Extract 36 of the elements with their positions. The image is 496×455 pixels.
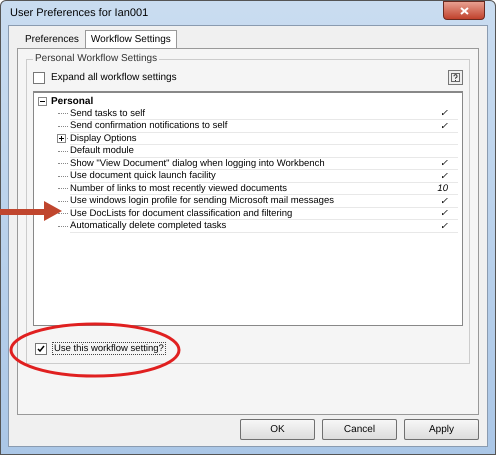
collapse-icon[interactable]: [38, 96, 47, 106]
tab[interactable]: Preferences: [19, 31, 85, 48]
tab[interactable]: Workflow Settings: [84, 30, 177, 48]
tree-item[interactable]: Send tasks to self: [70, 108, 418, 119]
help-icon: [451, 73, 460, 82]
tree-item[interactable]: Send confirmation notifications to self: [70, 120, 418, 132]
tree-item[interactable]: Show "View Document" dialog when logging into Workbench: [70, 158, 418, 169]
expand-icon[interactable]: [57, 134, 66, 143]
checkbox-label: Use this workflow setting?: [52, 342, 166, 355]
dialog-button[interactable]: Apply: [404, 419, 479, 440]
setting-value: ✓: [439, 194, 449, 207]
setting-value: ✓: [439, 120, 449, 132]
dialog-button[interactable]: OK: [240, 419, 315, 440]
close-button[interactable]: [443, 1, 485, 20]
setting-value: 10: [436, 182, 449, 194]
setting-value: ✓: [439, 207, 449, 220]
close-icon: [460, 6, 468, 14]
window-title: User Preferences for Ian001: [9, 7, 148, 19]
help-button[interactable]: [448, 70, 463, 85]
tree-item[interactable]: Automatically delete completed tasks: [70, 220, 418, 232]
tree-item[interactable]: Number of links to most recently viewed documents: [70, 182, 418, 194]
setting-value: ✓: [439, 220, 449, 232]
setting-value: ✓: [439, 170, 449, 182]
tree-item[interactable]: Use windows login profile for sending Microsoft mail messages: [70, 195, 418, 206]
dialog-button[interactable]: Cancel: [322, 419, 397, 440]
checkbox[interactable]: [33, 72, 45, 84]
tree-item[interactable]: Personal: [51, 96, 94, 107]
tree-item[interactable]: Display Options: [70, 132, 458, 144]
tree-item[interactable]: Use DocLists for document classification and filtering: [70, 208, 418, 219]
group-title: Personal Workflow Settings: [33, 53, 160, 64]
setting-value: ✓: [439, 107, 449, 120]
tree-item[interactable]: Default module: [70, 145, 458, 156]
checkbox[interactable]: [35, 342, 47, 354]
tree-item[interactable]: Use document quick launch facility: [70, 170, 418, 182]
checkbox-label: Expand all workflow settings: [51, 72, 177, 83]
setting-value: ✓: [439, 157, 449, 170]
